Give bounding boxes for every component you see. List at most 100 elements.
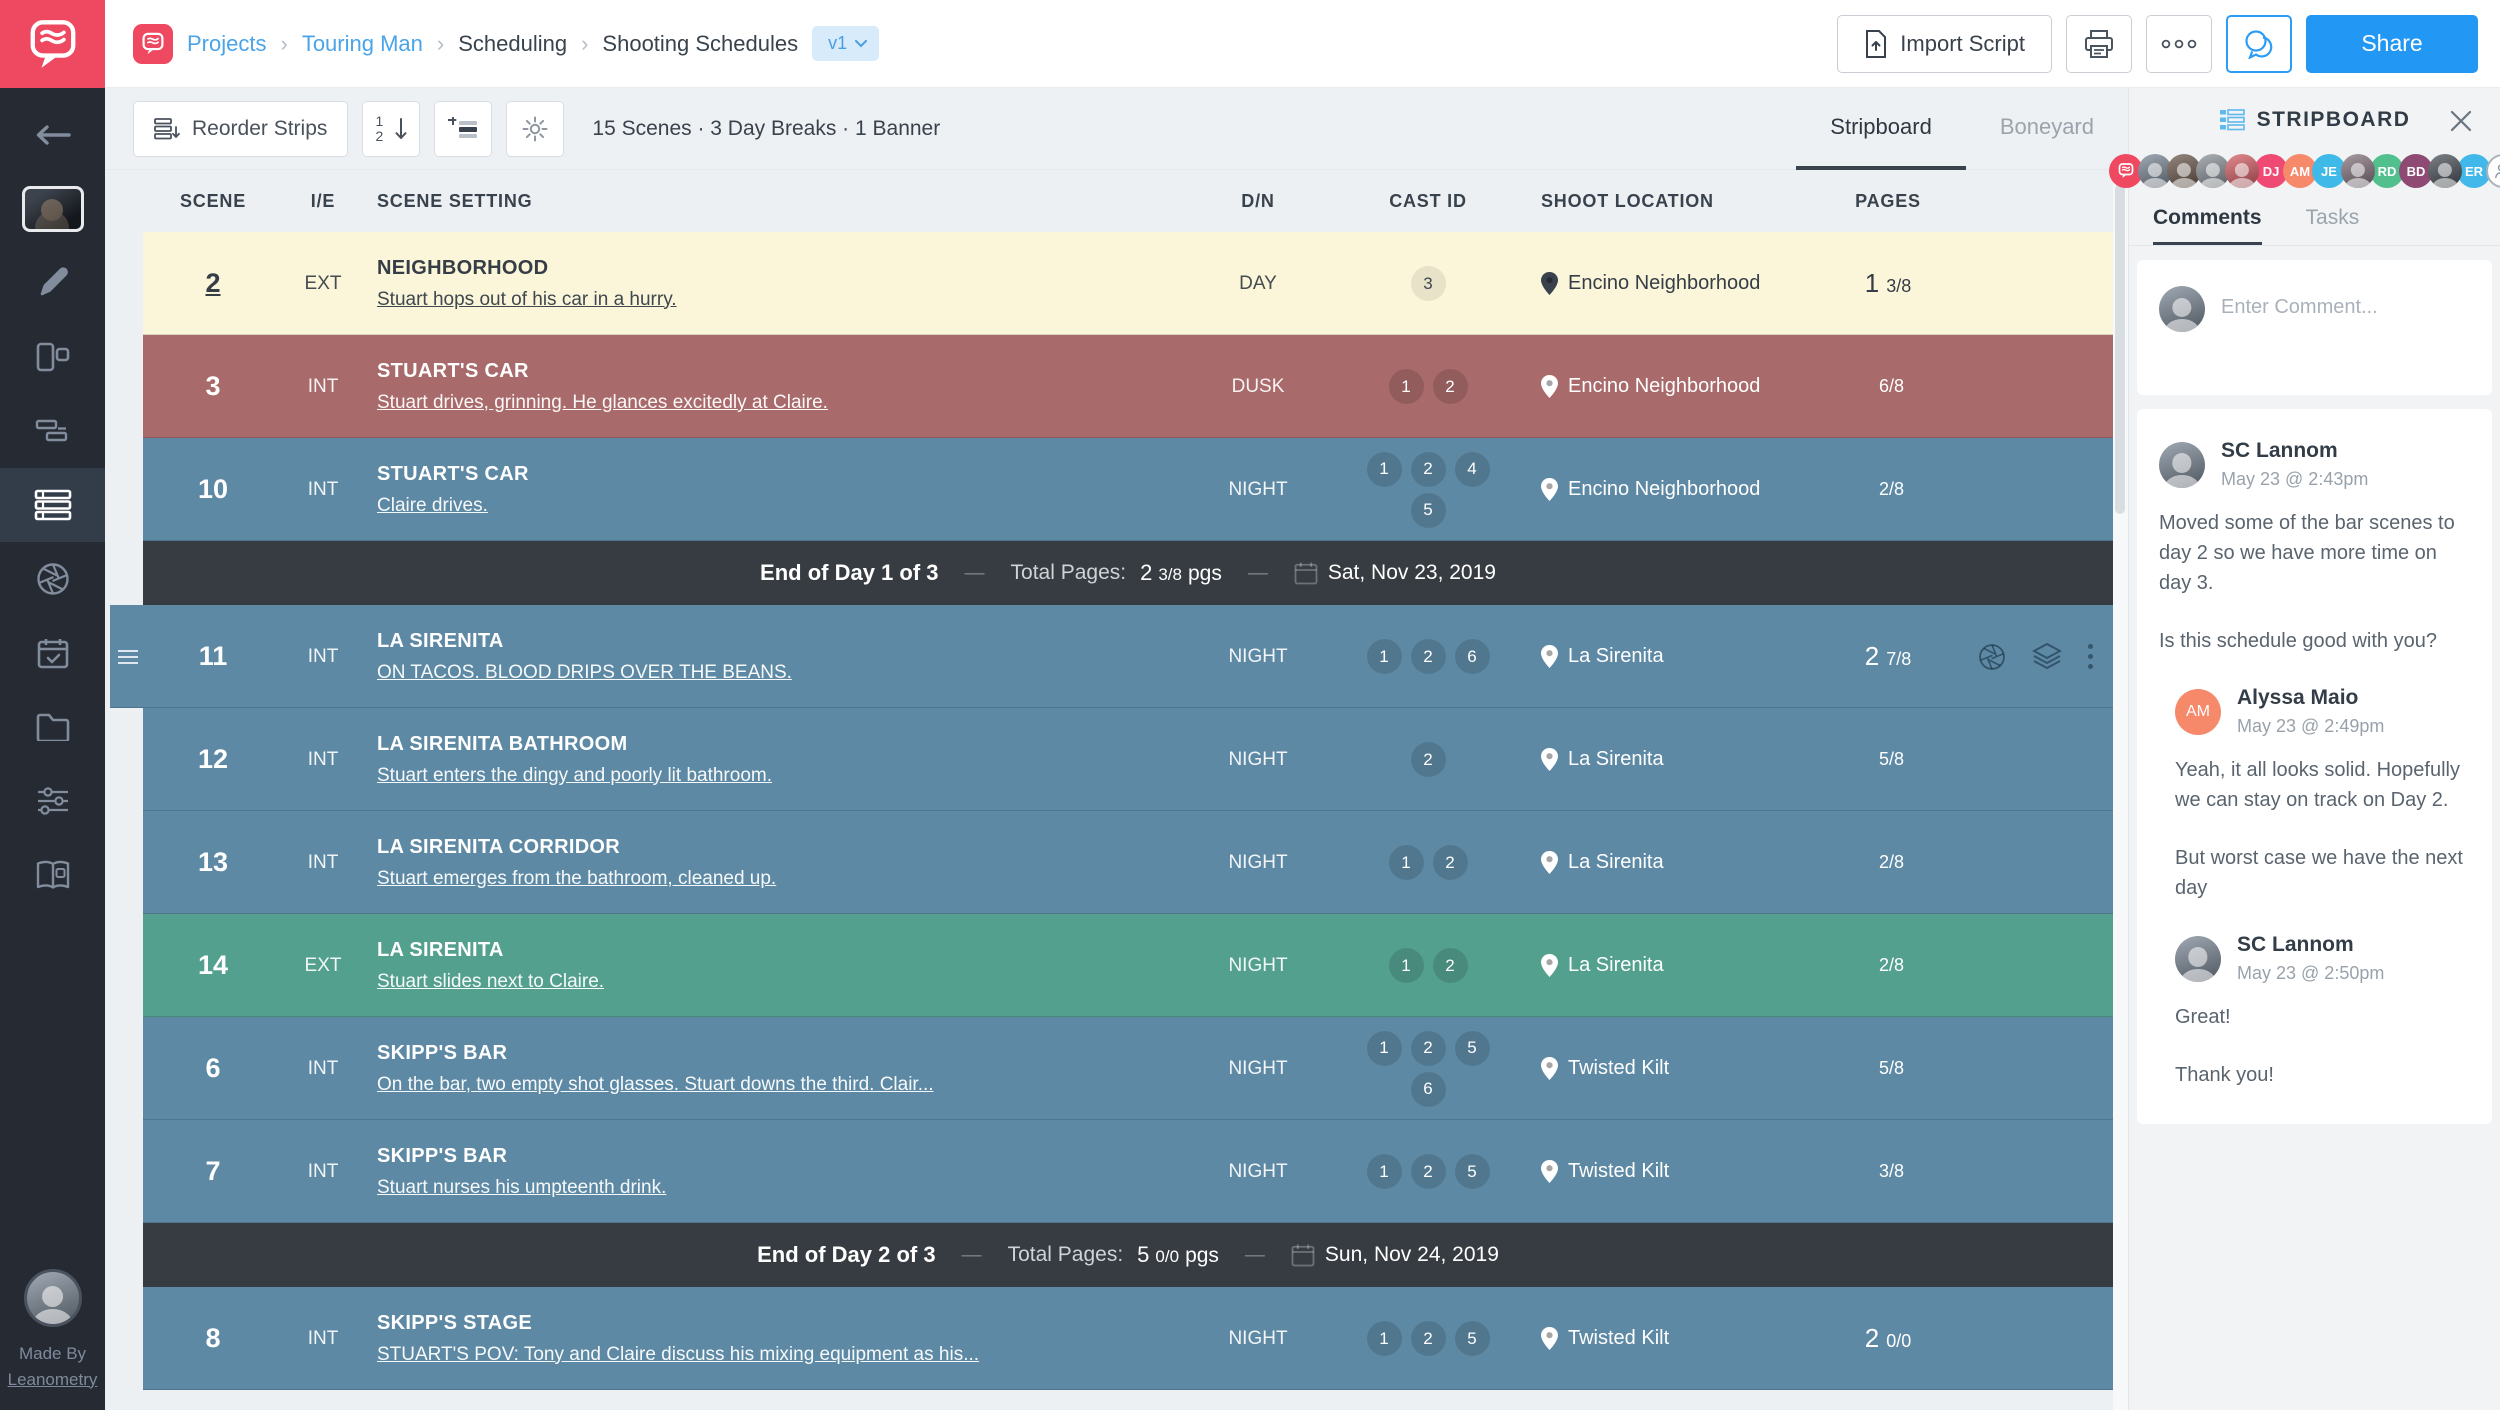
scene-description-link[interactable]: Stuart nurses his umpteenth drink. xyxy=(377,1177,666,1198)
scene-description-link[interactable]: On the bar, two empty shot glasses. Stua… xyxy=(377,1074,934,1095)
breadcrumb-scheduling[interactable]: Scheduling xyxy=(458,31,567,57)
scene-number[interactable]: 6 xyxy=(205,1053,220,1084)
scene-strip[interactable]: 6 INT SKIPP'S BAR On the bar, two empty … xyxy=(143,1017,2113,1120)
cast-id-badge[interactable]: 2 xyxy=(1411,1154,1446,1189)
scene-strip[interactable]: 12 INT LA SIRENITA BATHROOM Stuart enter… xyxy=(143,708,2113,811)
cast-id-badge[interactable]: 1 xyxy=(1367,452,1402,487)
cast-id-badge[interactable]: 2 xyxy=(1411,639,1446,674)
cast-id-badge[interactable]: 2 xyxy=(1433,369,1468,404)
scene-strip[interactable]: 7 INT SKIPP'S BAR Stuart nurses his umpt… xyxy=(143,1120,2113,1223)
scene-number[interactable]: 10 xyxy=(198,474,228,505)
cast-id-badge[interactable]: 1 xyxy=(1367,639,1402,674)
cast-id-badge[interactable]: 1 xyxy=(1389,845,1424,880)
scrollbar-thumb[interactable] xyxy=(2115,184,2125,514)
cast-id-badge[interactable]: 1 xyxy=(1389,948,1424,983)
studiobinder-logo[interactable] xyxy=(0,0,105,88)
nav-stripboard-button[interactable] xyxy=(0,468,105,542)
scene-description-link[interactable]: Stuart slides next to Claire. xyxy=(377,971,604,992)
nav-contacts-button[interactable] xyxy=(0,838,105,912)
nav-breakdowns-button[interactable] xyxy=(0,320,105,394)
cast-id-badge[interactable]: 2 xyxy=(1433,845,1468,880)
cast-id-badge[interactable]: 5 xyxy=(1455,1154,1490,1189)
cast-id-badge[interactable]: 2 xyxy=(1411,742,1446,777)
project-logo-icon[interactable] xyxy=(133,24,173,64)
scene-number[interactable]: 2 xyxy=(205,268,220,299)
add-strip-button[interactable] xyxy=(434,101,492,157)
made-by-credit[interactable]: Made By Leanometry xyxy=(8,1341,98,1392)
version-badge[interactable]: v1 xyxy=(812,26,879,61)
nav-calendar-button[interactable] xyxy=(0,616,105,690)
scene-description-link[interactable]: ON TACOS. BLOOD DRIPS OVER THE BEANS. xyxy=(377,662,792,683)
cast-id-badge[interactable]: 1 xyxy=(1367,1321,1402,1356)
scene-description-link[interactable]: STUART'S POV: Tony and Claire discuss hi… xyxy=(377,1344,979,1365)
cast-id-badge[interactable]: 1 xyxy=(1367,1031,1402,1066)
scene-strip[interactable]: 14 EXT LA SIRENITA Stuart slides next to… xyxy=(143,914,2113,1017)
nav-schedules-button[interactable] xyxy=(0,394,105,468)
scene-strip[interactable]: 8 INT SKIPP'S STAGE STUART'S POV: Tony a… xyxy=(143,1287,2113,1390)
scene-description-link[interactable]: Stuart enters the dingy and poorly lit b… xyxy=(377,765,772,786)
scene-number[interactable]: 7 xyxy=(205,1156,220,1187)
drag-handle-icon[interactable] xyxy=(118,650,138,664)
cast-id-badge[interactable]: 6 xyxy=(1455,639,1490,674)
print-button[interactable] xyxy=(2066,15,2132,73)
tab-stripboard[interactable]: Stripboard xyxy=(1796,88,1966,170)
cast-id-badge[interactable]: 1 xyxy=(1389,369,1424,404)
close-panel-button[interactable] xyxy=(2444,104,2478,138)
layers-icon[interactable] xyxy=(2032,643,2062,671)
scene-number[interactable]: 14 xyxy=(198,950,228,981)
scene-strip[interactable]: 3 INT STUART'S CAR Stuart drives, grinni… xyxy=(143,335,2113,438)
scene-strip[interactable]: 13 INT LA SIRENITA CORRIDOR Stuart emerg… xyxy=(143,811,2113,914)
scene-strip[interactable]: 10 INT STUART'S CAR Claire drives. NIGHT… xyxy=(143,438,2113,541)
nav-shot-lists-button[interactable] xyxy=(0,542,105,616)
scene-description-link[interactable]: Stuart emerges from the bathroom, cleane… xyxy=(377,868,776,889)
comments-toggle-button[interactable] xyxy=(2226,15,2292,73)
reorder-strips-button[interactable]: Reorder Strips xyxy=(133,101,348,157)
cast-id-badge[interactable]: 2 xyxy=(1433,948,1468,983)
project-thumbnail-button[interactable] xyxy=(0,172,105,246)
cast-id-badge[interactable]: 2 xyxy=(1411,452,1446,487)
comment-input[interactable]: Enter Comment... xyxy=(2221,296,2378,369)
scene-description-link[interactable]: Claire drives. xyxy=(377,495,488,516)
cast-id-badge[interactable]: 4 xyxy=(1455,452,1490,487)
scrollbar-track[interactable] xyxy=(2113,170,2128,1410)
tab-tasks[interactable]: Tasks xyxy=(2306,206,2360,245)
day-break-banner[interactable]: End of Day 1 of 3 — Total Pages: 2 3/8 p… xyxy=(143,541,2113,605)
made-by-line2[interactable]: Leanometry xyxy=(8,1370,98,1389)
collaborator-avatar[interactable] xyxy=(2341,154,2375,188)
scene-number[interactable]: 13 xyxy=(198,847,228,878)
back-arrow-button[interactable] xyxy=(0,98,105,172)
import-script-button[interactable]: Import Script xyxy=(1837,15,2052,73)
nav-files-button[interactable] xyxy=(0,690,105,764)
tab-comments[interactable]: Comments xyxy=(2153,206,2262,245)
scene-description-link[interactable]: Stuart drives, grinning. He glances exci… xyxy=(377,392,828,413)
cast-id-badge[interactable]: 5 xyxy=(1455,1031,1490,1066)
scene-number[interactable]: 8 xyxy=(205,1323,220,1354)
share-button[interactable]: Share xyxy=(2306,15,2478,73)
cast-id-badge[interactable]: 5 xyxy=(1455,1321,1490,1356)
comment-composer[interactable]: Enter Comment... xyxy=(2137,260,2492,395)
shot-list-icon[interactable] xyxy=(1978,643,2006,671)
scene-description-link[interactable]: Stuart hops out of his car in a hurry. xyxy=(377,289,677,310)
scene-number[interactable]: 3 xyxy=(205,371,220,402)
more-options-button[interactable] xyxy=(2146,15,2212,73)
nav-settings-button[interactable] xyxy=(0,764,105,838)
cast-id-badge[interactable]: 1 xyxy=(1367,1154,1402,1189)
strip-menu-icon[interactable] xyxy=(2088,644,2093,669)
cast-id-badge[interactable]: 2 xyxy=(1411,1321,1446,1356)
scene-number[interactable]: 11 xyxy=(199,641,228,672)
strip-settings-button[interactable] xyxy=(506,101,564,157)
cast-id-badge[interactable]: 3 xyxy=(1411,266,1446,301)
day-break-banner[interactable]: End of Day 2 of 3 — Total Pages: 5 0/0 p… xyxy=(143,1223,2113,1287)
sort-button[interactable]: 12 xyxy=(362,101,420,157)
cast-id-badge[interactable]: 6 xyxy=(1411,1072,1446,1107)
user-avatar[interactable] xyxy=(24,1269,82,1327)
scene-number[interactable]: 12 xyxy=(198,744,228,775)
nav-script-button[interactable] xyxy=(0,246,105,320)
breadcrumb-touring-man[interactable]: Touring Man xyxy=(302,31,423,57)
cast-id-badge[interactable]: 2 xyxy=(1411,1031,1446,1066)
collaborator-avatar[interactable] xyxy=(2225,154,2259,188)
add-collaborator-button[interactable] xyxy=(2486,154,2500,188)
breadcrumb-projects[interactable]: Projects xyxy=(187,31,266,57)
collaborator-avatar[interactable] xyxy=(2428,154,2462,188)
tab-boneyard[interactable]: Boneyard xyxy=(1966,88,2128,170)
